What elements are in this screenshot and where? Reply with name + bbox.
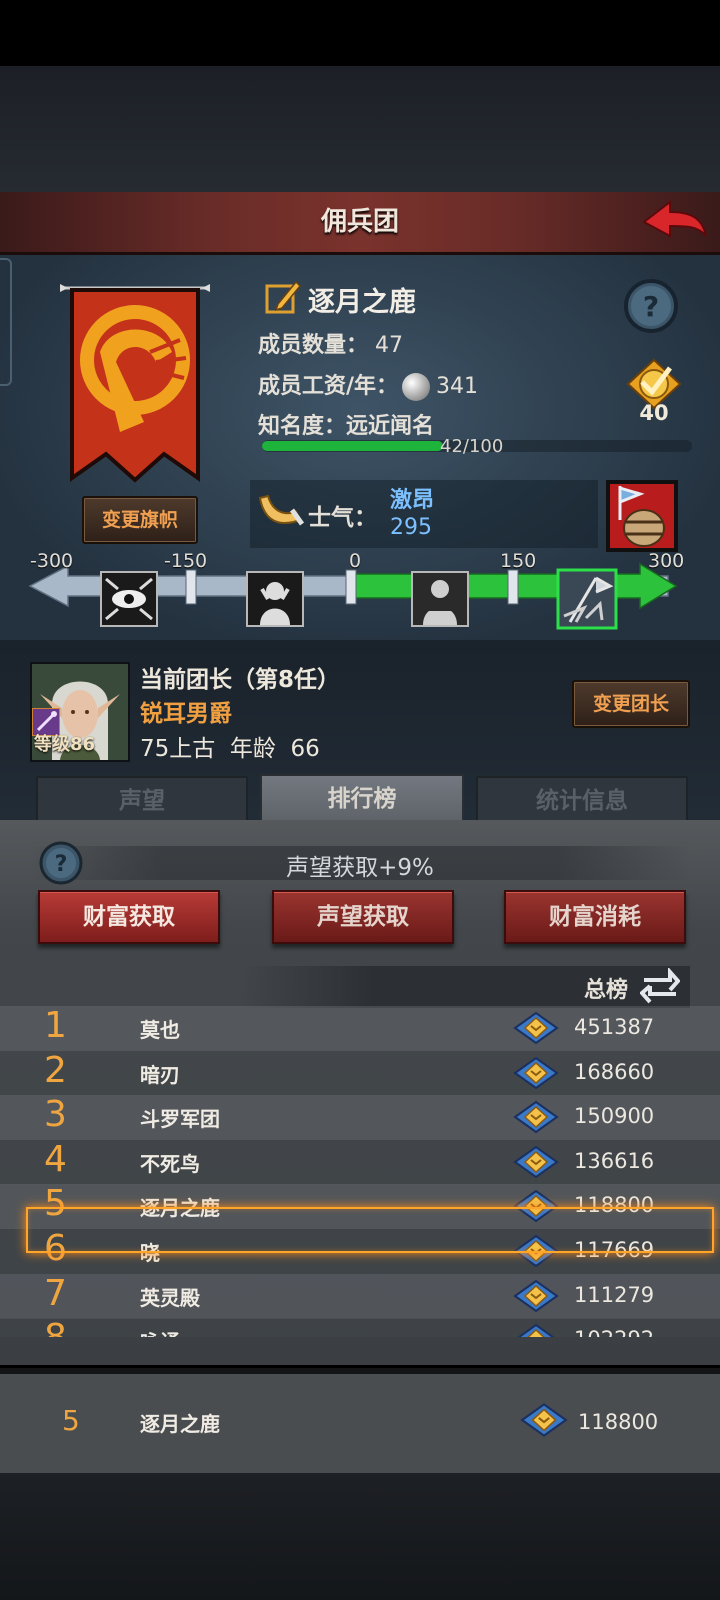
- rank-number: 2: [44, 1051, 67, 1091]
- current-clan-highlight: [26, 1207, 714, 1253]
- barrel-icon[interactable]: [606, 480, 678, 552]
- scale-tick-label: 300: [648, 550, 685, 572]
- rank-number: 7: [44, 1274, 67, 1314]
- fame-progress-fill: [262, 441, 443, 451]
- rank-number: 4: [44, 1140, 67, 1180]
- horn-icon: [258, 494, 304, 526]
- leader-level: 等级86: [34, 734, 96, 755]
- leader-name: 锐耳男爵: [140, 701, 232, 727]
- clan-name: 逐月之鹿: [308, 287, 416, 318]
- reputation-gem-icon: [517, 1323, 555, 1337]
- salary-label: 成员工资/年：: [258, 374, 399, 399]
- clan-score: 111279: [574, 1283, 655, 1307]
- ranking-row[interactable]: 2 暗刃 168660: [0, 1051, 720, 1096]
- my-rank-number: 5: [62, 1404, 80, 1437]
- reputation-gem-icon: [513, 1145, 559, 1179]
- total-ranking-label[interactable]: 总榜: [584, 972, 628, 1004]
- clan-score: 451387: [574, 1015, 655, 1039]
- tab-statistics[interactable]: 统计信息: [476, 776, 688, 826]
- salary-row: 成员工资/年： 341: [258, 368, 478, 401]
- clan-name: 莫也: [140, 1018, 180, 1042]
- change-banner-button[interactable]: 变更旗帜: [82, 496, 198, 544]
- despair-eye-icon[interactable]: [100, 571, 158, 627]
- ranking-row[interactable]: 7 英灵殿 111279: [0, 1274, 720, 1319]
- wealth-gain-button[interactable]: 财富获取: [38, 890, 220, 944]
- badge-number: 40: [639, 401, 669, 425]
- silver-coin-icon: [402, 373, 431, 401]
- clan-name: 斗罗军团: [140, 1107, 220, 1131]
- swap-icon[interactable]: [640, 968, 680, 1004]
- calm-figure-icon[interactable]: [411, 571, 469, 627]
- clan-score: 168660: [574, 1060, 655, 1084]
- fame-progress-text: 42/100: [440, 436, 504, 457]
- victory-flag-icon[interactable]: [556, 568, 618, 630]
- ranking-row[interactable]: 1 莫也 451387: [0, 1006, 720, 1051]
- reputation-gem-icon: [513, 1011, 559, 1045]
- clan-banner: [60, 284, 210, 483]
- scale-tick-label: -300: [30, 550, 74, 572]
- reputation-gem-icon: [513, 1056, 559, 1090]
- help-icon[interactable]: ?: [623, 278, 679, 334]
- member-count-value: 47: [375, 333, 404, 358]
- reputation-gem-icon: [513, 1279, 559, 1313]
- my-clan-name: 逐月之鹿: [140, 1412, 220, 1436]
- tab-reputation[interactable]: 声望: [36, 776, 248, 826]
- status-bar-area: [0, 0, 720, 66]
- ranking-row[interactable]: 3 斗罗军团 150900: [0, 1095, 720, 1140]
- change-leader-button[interactable]: 变更团长: [572, 680, 690, 728]
- fame-label: 知名度：: [258, 414, 347, 439]
- svg-text:?: ?: [643, 290, 659, 323]
- top-backdrop: [0, 66, 720, 192]
- clan-score: 150900: [574, 1104, 655, 1128]
- bottom-backdrop: [0, 1473, 720, 1600]
- clan-score: 136616: [574, 1149, 655, 1173]
- reputation-bonus-text: 声望获取+9%: [286, 855, 434, 881]
- clan-name: 咏诵: [140, 1326, 180, 1337]
- reputation-gem-icon: [513, 1100, 559, 1134]
- scale-tick-label: 150: [500, 550, 537, 572]
- edit-icon[interactable]: [264, 278, 302, 316]
- morale-status: 激昂: [390, 488, 435, 513]
- fame-row: 知名度：远近闻名: [258, 408, 434, 440]
- reputation-gem-icon: [520, 1403, 568, 1437]
- wealth-spend-button[interactable]: 财富消耗: [504, 890, 686, 944]
- rank-number: 3: [44, 1095, 67, 1135]
- salary-value: 341: [436, 374, 479, 399]
- member-count-label: 成员数量：: [258, 333, 369, 358]
- ranking-row[interactable]: 8 咏诵 102292: [0, 1318, 720, 1337]
- side-handle[interactable]: [0, 258, 12, 386]
- scale-tick-label: -150: [164, 550, 208, 572]
- leader-stats: 75上古 年龄 66: [140, 736, 320, 762]
- morale-label: 士气：: [308, 505, 377, 531]
- fearful-figure-icon[interactable]: [246, 571, 304, 627]
- rank-number: 1: [44, 1006, 67, 1046]
- back-arrow-icon[interactable]: [640, 196, 710, 248]
- member-count-row: 成员数量： 47: [258, 327, 403, 359]
- rank-number: 8: [44, 1318, 94, 1337]
- clan-score: 102292: [574, 1327, 654, 1337]
- scale-tick-label: 0: [349, 550, 362, 572]
- clan-name: 不死鸟: [140, 1152, 200, 1176]
- ranking-row[interactable]: 4 不死鸟 136616: [0, 1140, 720, 1185]
- clan-name: 暗刃: [140, 1063, 180, 1087]
- page-title: 佣兵团: [320, 207, 399, 237]
- leader-title: 当前团长（第8任）: [140, 667, 341, 693]
- my-clan-score: 118800: [578, 1410, 659, 1434]
- morale-value: 295: [390, 515, 432, 540]
- fame-value: 远近闻名: [346, 414, 435, 439]
- clan-name: 英灵殿: [140, 1286, 200, 1310]
- reputation-gain-button[interactable]: 声望获取: [272, 890, 454, 944]
